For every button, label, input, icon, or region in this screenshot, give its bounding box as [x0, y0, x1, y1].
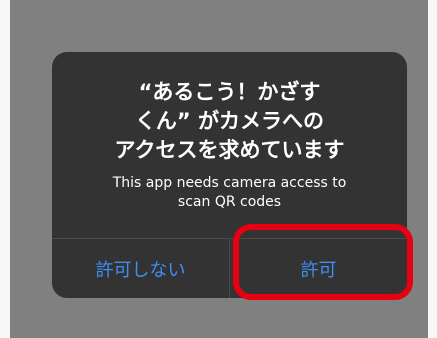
camera-permission-alert: “あるこう！かざす くん” がカメラへの アクセスを求めています This ap… — [52, 52, 407, 298]
alert-title: “あるこう！かざす くん” がカメラへの アクセスを求めています — [114, 80, 345, 162]
deny-button[interactable]: 許可しない — [52, 239, 229, 298]
alert-message: This app needs camera access to scan QR … — [112, 175, 347, 210]
allow-button[interactable]: 許可 — [230, 239, 407, 298]
